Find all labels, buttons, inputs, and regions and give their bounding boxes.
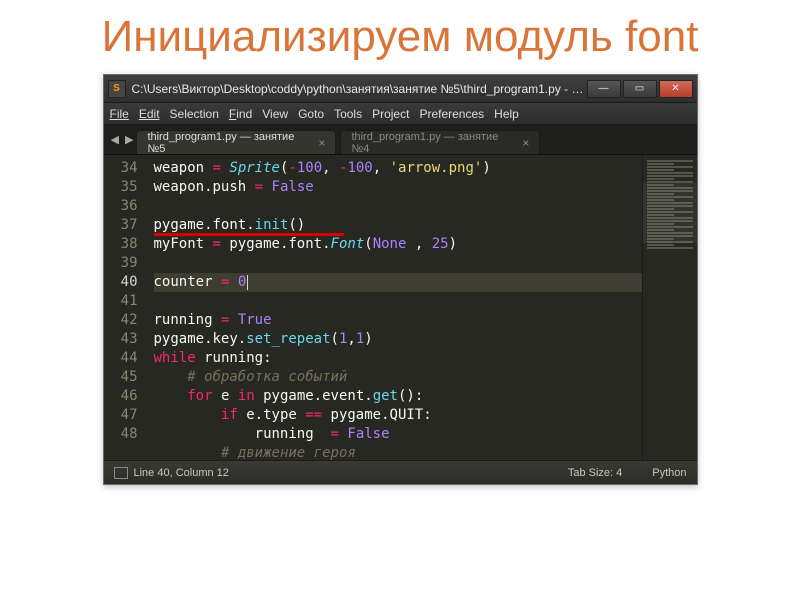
minimize-button[interactable]: — — [587, 80, 621, 98]
status-line-col: Line 40, Column 12 — [134, 467, 229, 479]
status-tab-size[interactable]: Tab Size: 4 — [568, 467, 622, 479]
code-line: running = False — [154, 425, 642, 444]
code-line — [154, 197, 642, 216]
menu-file[interactable]: File — [110, 107, 129, 121]
titlebar[interactable]: S C:\Users\Виктор\Desktop\coddy\python\з… — [104, 75, 697, 103]
menu-edit[interactable]: Edit — [139, 107, 160, 121]
menubar: File Edit Selection Find View Goto Tools… — [104, 103, 697, 125]
tab-label: third_program1.py — занятие №5 — [147, 131, 310, 155]
line-number: 39 — [104, 254, 138, 273]
line-number: 38 — [104, 235, 138, 254]
code-line: weapon = Sprite(-100, -100, 'arrow.png') — [154, 159, 642, 178]
tab-label: third_program1.py — занятие №4 — [351, 131, 514, 155]
code-editor[interactable]: weapon = Sprite(-100, -100, 'arrow.png')… — [146, 155, 642, 460]
code-area: 34 35 36 37 38 39 40 41 42 43 44 45 46 4… — [104, 155, 697, 460]
code-line — [154, 292, 642, 311]
code-line: pygame.font.init() — [154, 216, 642, 235]
menu-preferences[interactable]: Preferences — [419, 107, 484, 121]
line-number: 36 — [104, 197, 138, 216]
code-line: # движение героя — [154, 444, 642, 460]
code-line: for e in pygame.event.get(): — [154, 387, 642, 406]
tab-nav-left-icon[interactable]: ◀ — [108, 133, 122, 146]
line-number: 37 — [104, 216, 138, 235]
code-line: while running: — [154, 349, 642, 368]
tab-inactive[interactable]: third_program1.py — занятие №4 × — [340, 130, 540, 154]
minimap-viewport[interactable] — [643, 183, 697, 243]
status-language[interactable]: Python — [652, 467, 686, 479]
line-number: 47 — [104, 406, 138, 425]
line-number: 35 — [104, 178, 138, 197]
menu-tools[interactable]: Tools — [334, 107, 362, 121]
line-number: 43 — [104, 330, 138, 349]
line-number: 48 — [104, 425, 138, 444]
tab-close-icon[interactable]: × — [318, 136, 325, 150]
slide-title: Инициализируем модуль font — [0, 0, 800, 66]
menu-selection[interactable]: Selection — [170, 107, 219, 121]
line-number: 45 — [104, 368, 138, 387]
menu-project[interactable]: Project — [372, 107, 409, 121]
line-number: 34 — [104, 159, 138, 178]
window-title: C:\Users\Виктор\Desktop\coddy\python\зан… — [132, 82, 587, 96]
maximize-button[interactable]: ▭ — [623, 80, 657, 98]
menu-find[interactable]: Find — [229, 107, 252, 121]
tab-row: ◀ ▶ third_program1.py — занятие №5 × thi… — [104, 125, 697, 155]
menu-goto[interactable]: Goto — [298, 107, 324, 121]
line-number: 42 — [104, 311, 138, 330]
tab-close-icon[interactable]: × — [522, 136, 529, 150]
menu-help[interactable]: Help — [494, 107, 519, 121]
console-icon[interactable] — [114, 467, 128, 479]
code-line-current: counter = 0 — [154, 273, 642, 292]
line-number: 41 — [104, 292, 138, 311]
close-button[interactable]: ✕ — [659, 80, 693, 98]
code-line: myFont = pygame.font.Font(None , 25) — [154, 235, 642, 254]
tab-active[interactable]: third_program1.py — занятие №5 × — [136, 130, 336, 154]
line-number: 46 — [104, 387, 138, 406]
editor-window: S C:\Users\Виктор\Desktop\coddy\python\з… — [103, 74, 698, 485]
statusbar: Line 40, Column 12 Tab Size: 4 Python — [104, 460, 697, 484]
line-number: 44 — [104, 349, 138, 368]
minimap[interactable] — [642, 155, 697, 460]
app-icon: S — [108, 80, 126, 98]
line-number-current: 40 — [104, 273, 138, 292]
code-line: pygame.key.set_repeat(1,1) — [154, 330, 642, 349]
gutter: 34 35 36 37 38 39 40 41 42 43 44 45 46 4… — [104, 155, 146, 460]
text-cursor — [247, 275, 248, 290]
code-line: running = True — [154, 311, 642, 330]
window-controls: — ▭ ✕ — [587, 80, 693, 98]
code-line — [154, 254, 642, 273]
menu-view[interactable]: View — [262, 107, 288, 121]
tab-nav-right-icon[interactable]: ▶ — [122, 133, 136, 146]
code-line: # обработка событий — [154, 368, 642, 387]
code-line: if e.type == pygame.QUIT: — [154, 406, 642, 425]
code-line: weapon.push = False — [154, 178, 642, 197]
